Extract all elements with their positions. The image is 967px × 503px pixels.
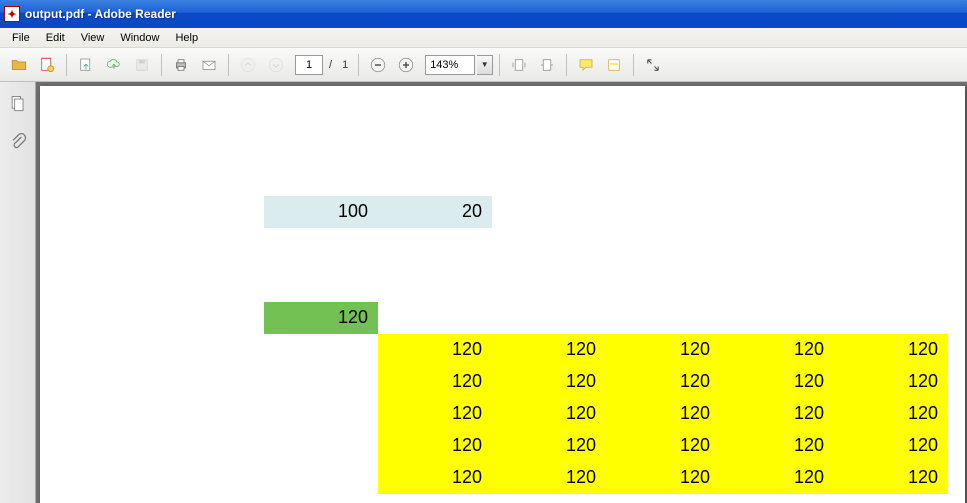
cell: 120 — [834, 398, 948, 430]
separator — [161, 54, 162, 76]
save-icon — [133, 56, 151, 74]
cell: 120 — [378, 462, 492, 494]
green-cell: 120 — [264, 302, 378, 334]
titlebar: ✦ output.pdf - Adobe Reader — [0, 0, 967, 28]
chevron-down-icon: ▼ — [481, 60, 489, 69]
separator — [633, 54, 634, 76]
menubar: File Edit View Window Help — [0, 28, 967, 48]
comment-button[interactable] — [573, 52, 599, 78]
paperclip-icon — [8, 132, 28, 152]
table-row: 120 120 120 120 120 — [378, 334, 948, 366]
pdf-page: 100 20 120 120 120 120 120 120 120 120 1… — [40, 86, 965, 503]
table-row: 120 120 120 120 120 — [378, 398, 948, 430]
table-row: 120 120 120 120 120 — [378, 462, 948, 494]
cell: 120 — [606, 398, 720, 430]
cell: 120 — [492, 366, 606, 398]
zoom-out-button[interactable] — [365, 52, 391, 78]
menu-window[interactable]: Window — [112, 30, 167, 46]
toolbar: / 1 143% ▼ — [0, 48, 967, 82]
folder-icon — [10, 56, 28, 74]
pages-icon — [8, 94, 28, 114]
cloud-button[interactable] — [101, 52, 127, 78]
cell: 120 — [606, 430, 720, 462]
next-page-button — [263, 52, 289, 78]
page-total: 1 — [342, 59, 348, 71]
menu-file[interactable]: File — [4, 30, 38, 46]
separator — [566, 54, 567, 76]
cell: 120 — [378, 366, 492, 398]
app-icon: ✦ — [4, 6, 20, 22]
side-panel — [0, 82, 36, 503]
workarea: 100 20 120 120 120 120 120 120 120 120 1… — [0, 82, 967, 503]
page-number-input[interactable] — [295, 55, 323, 75]
menu-edit[interactable]: Edit — [38, 30, 73, 46]
arrow-down-icon — [267, 56, 285, 74]
arrow-up-icon — [239, 56, 257, 74]
menu-view[interactable]: View — [73, 30, 113, 46]
cell: 120 — [492, 334, 606, 366]
zoom-dropdown[interactable]: ▼ — [477, 55, 493, 75]
blue-cell-1: 100 — [264, 196, 378, 222]
cell: 120 — [492, 462, 606, 494]
fit-width-icon — [538, 56, 556, 74]
cell: 120 — [720, 366, 834, 398]
cell: 120 — [834, 462, 948, 494]
cell: 120 — [492, 398, 606, 430]
table-row: 120 120 120 120 120 — [378, 430, 948, 462]
print-button[interactable] — [168, 52, 194, 78]
cloud-up-icon — [105, 56, 123, 74]
prev-page-button — [235, 52, 261, 78]
separator — [499, 54, 500, 76]
cell: 120 — [834, 334, 948, 366]
separator — [228, 54, 229, 76]
open-button[interactable] — [6, 52, 32, 78]
highlight-button[interactable] — [601, 52, 627, 78]
email-button[interactable] — [196, 52, 222, 78]
separator — [66, 54, 67, 76]
mail-icon — [200, 56, 218, 74]
minus-icon — [369, 56, 387, 74]
thumbnails-button[interactable] — [6, 92, 30, 116]
zoom-value[interactable]: 143% — [425, 55, 475, 75]
expand-icon — [644, 56, 662, 74]
export-icon — [77, 56, 95, 74]
blue-row: 100 20 — [264, 196, 492, 228]
zoom-in-button[interactable] — [393, 52, 419, 78]
menu-help[interactable]: Help — [167, 30, 206, 46]
page-sep: / — [329, 59, 332, 71]
create-pdf-button[interactable] — [34, 52, 60, 78]
attachments-button[interactable] — [6, 130, 30, 154]
fit-page-icon — [510, 56, 528, 74]
table-row: 120 120 120 120 120 — [378, 366, 948, 398]
cell: 120 — [378, 334, 492, 366]
cell: 120 — [606, 462, 720, 494]
cell: 120 — [720, 462, 834, 494]
pdf-icon — [38, 56, 56, 74]
cell: 120 — [720, 398, 834, 430]
yellow-grid: 120 120 120 120 120 120 120 120 120 120 … — [378, 334, 948, 494]
export-button[interactable] — [73, 52, 99, 78]
blue-cell-2: 20 — [378, 196, 492, 222]
cell: 120 — [606, 366, 720, 398]
document-viewport[interactable]: 100 20 120 120 120 120 120 120 120 120 1… — [36, 82, 967, 503]
cell: 120 — [378, 430, 492, 462]
cell: 120 — [834, 366, 948, 398]
speech-bubble-icon — [577, 56, 595, 74]
separator — [358, 54, 359, 76]
cell: 120 — [834, 430, 948, 462]
highlight-icon — [605, 56, 623, 74]
print-icon — [172, 56, 190, 74]
cell: 120 — [720, 430, 834, 462]
cell: 120 — [720, 334, 834, 366]
save-button — [129, 52, 155, 78]
fit-width-button[interactable] — [534, 52, 560, 78]
window-title: output.pdf - Adobe Reader — [25, 7, 176, 21]
fit-page-button[interactable] — [506, 52, 532, 78]
cell: 120 — [378, 398, 492, 430]
plus-icon — [397, 56, 415, 74]
cell: 120 — [492, 430, 606, 462]
read-mode-button[interactable] — [640, 52, 666, 78]
cell: 120 — [606, 334, 720, 366]
